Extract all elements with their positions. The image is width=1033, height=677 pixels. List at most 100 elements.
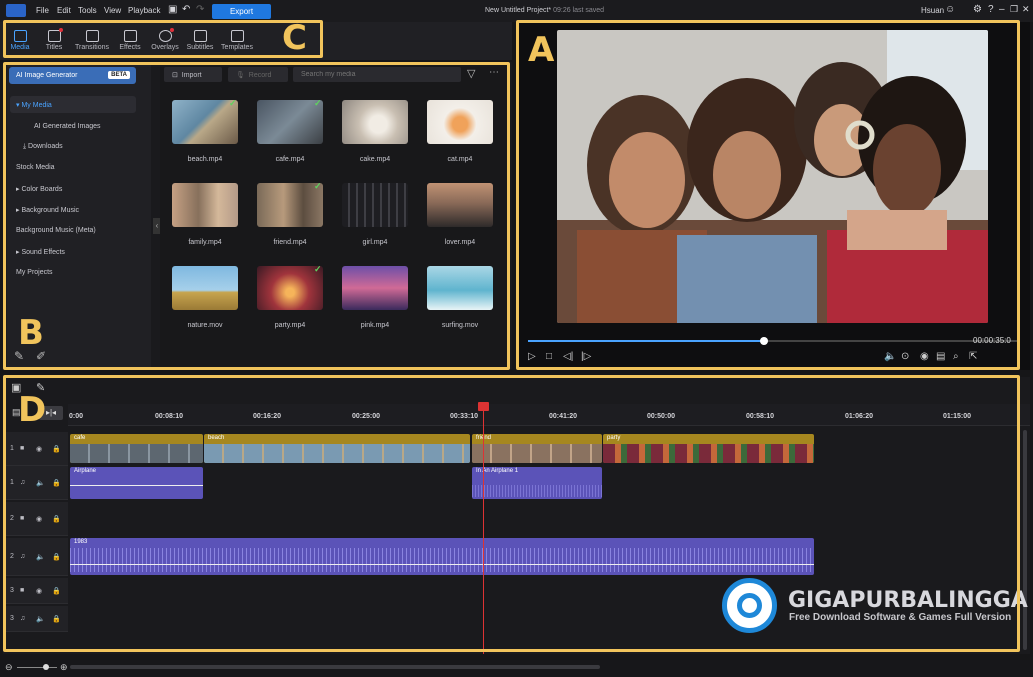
sidebar-item-my-projects[interactable]: My Projects [10, 264, 136, 281]
user-name: Hsuan [921, 6, 945, 15]
media-thumb-surfing[interactable] [427, 266, 493, 310]
zoom-out-icon[interactable]: ⊖ [5, 662, 13, 673]
help-icon[interactable]: ? [988, 4, 994, 15]
tab-overlays[interactable]: Overlays [145, 28, 185, 51]
sidebar-item-ai-generated[interactable]: AI Generated Images [10, 118, 136, 135]
lock-icon[interactable]: 🔒 [52, 553, 61, 561]
track-header-video-2[interactable]: 2 ■ ◉ 🔒 [6, 502, 68, 536]
mute-icon[interactable]: 🔈 [36, 479, 45, 487]
next-frame-icon[interactable]: |▷ [581, 351, 591, 362]
watermark-subtitle: Free Download Software & Games Full Vers… [789, 612, 1012, 623]
undo-icon[interactable]: ↶ [182, 4, 190, 15]
video-clip-friend[interactable]: friend [472, 434, 602, 463]
quality-icon[interactable]: ◉ [920, 351, 929, 362]
audio-clip-airplane[interactable]: Airplane [70, 467, 203, 499]
transitions-icon [85, 30, 99, 42]
lock-icon[interactable]: 🔒 [52, 479, 61, 487]
account-icon[interactable]: ☺ [945, 4, 955, 15]
visibility-icon[interactable]: ◉ [36, 515, 42, 523]
video-clip-party[interactable]: party [603, 434, 814, 463]
zoom-slider[interactable] [17, 667, 57, 668]
minimize-icon[interactable]: – [999, 4, 1005, 15]
media-name: cafe.mp4 [275, 156, 305, 163]
undock-icon[interactable]: ⇱ [969, 351, 977, 362]
export-button[interactable]: Export [212, 4, 271, 19]
sidebar-item-background-music-meta[interactable]: Background Music (Meta) [10, 222, 136, 239]
menu-file[interactable]: File [36, 6, 49, 15]
tab-transitions[interactable]: Transitions [72, 30, 112, 51]
app-logo [6, 4, 26, 17]
media-icon [13, 30, 27, 42]
record-button[interactable]: 🎙 Record [228, 67, 288, 82]
visibility-icon[interactable]: ◉ [36, 445, 42, 453]
track-header-audio-1[interactable]: 1 ♫ 🔈 🔒 [6, 466, 68, 500]
zoom-in-icon[interactable]: ⊕ [60, 662, 68, 673]
media-thumb-family[interactable] [172, 183, 238, 227]
menu-edit[interactable]: Edit [57, 6, 71, 15]
tab-effects[interactable]: Effects [110, 30, 150, 51]
sidebar-item-sound-effects[interactable]: ▸ Sound Effects [10, 243, 136, 260]
menu-playback[interactable]: Playback [128, 6, 160, 15]
titles-icon [47, 28, 63, 42]
media-thumb-pink[interactable] [342, 266, 408, 310]
video-clip-cafe[interactable]: cafe [70, 434, 203, 463]
track-header-audio-3[interactable]: 3 ♫ 🔈 🔒 [6, 606, 68, 632]
mute-icon[interactable]: 🔈 [36, 615, 45, 623]
close-icon[interactable]: ✕ [1022, 4, 1030, 15]
lock-icon[interactable]: 🔒 [52, 515, 61, 523]
media-thumb-cake[interactable] [342, 100, 408, 144]
preview-seek-handle[interactable] [760, 337, 768, 345]
menu-tools[interactable]: Tools [78, 6, 97, 15]
audio-clip-in-an-airplane[interactable]: In An Airplane 1 [472, 467, 602, 499]
audio-track-icon: ♫ [20, 615, 26, 622]
playhead-handle[interactable] [478, 402, 489, 411]
timeline-horizontal-scrollbar[interactable] [70, 665, 600, 669]
play-icon[interactable]: ▷ [528, 351, 536, 362]
sidebar-item-my-media[interactable]: ▾ My Media [10, 96, 136, 113]
video-clip-beach[interactable]: beach [204, 434, 470, 463]
beta-badge: BETA [108, 71, 130, 79]
media-thumb-lover[interactable] [427, 183, 493, 227]
tab-titles[interactable]: Titles [34, 28, 74, 51]
menu-view[interactable]: View [104, 6, 121, 15]
track-header-video-1[interactable]: 1 ■ ◉ 🔒 [6, 432, 68, 466]
tab-subtitles[interactable]: Subtitles [180, 30, 220, 51]
filter-icon[interactable]: ▽ [467, 67, 475, 80]
zoom-icon[interactable]: ⌕ [953, 351, 959, 362]
media-thumb-girl[interactable] [342, 183, 408, 227]
stop-icon[interactable]: □ [546, 351, 552, 362]
tab-templates[interactable]: Templates [217, 30, 257, 51]
previous-frame-icon[interactable]: ◁| [563, 351, 573, 362]
mute-icon[interactable]: 🔈 [36, 553, 45, 561]
sidebar-item-background-music[interactable]: ▸ Background Music [10, 201, 136, 218]
audio-track-icon: ♫ [20, 479, 26, 486]
used-check-icon: ✓ [314, 264, 322, 274]
sidebar-item-downloads[interactable]: ⤓ Downloads [10, 138, 136, 155]
ai-image-generator-button[interactable]: AI Image Generator BETA [9, 67, 136, 84]
audio-clip-1983[interactable]: 1983 [70, 538, 814, 575]
visibility-icon[interactable]: ◉ [36, 587, 42, 595]
timeline-playhead[interactable] [483, 406, 484, 654]
zoom-slider-handle[interactable] [43, 664, 49, 670]
media-thumb-cat[interactable] [427, 100, 493, 144]
lock-icon[interactable]: 🔒 [52, 445, 61, 453]
sidebar-item-stock-media[interactable]: Stock Media [10, 159, 136, 176]
media-thumb-nature[interactable] [172, 266, 238, 310]
sidebar-item-color-boards[interactable]: ▸ Color Boards [10, 180, 136, 197]
search-input[interactable] [293, 67, 461, 82]
subtitle-toggle-icon[interactable]: ▤ [936, 351, 945, 362]
save-icon[interactable]: ▣ [168, 4, 177, 15]
redo-icon[interactable]: ↷ [196, 4, 204, 15]
lock-icon[interactable]: 🔒 [52, 615, 61, 623]
import-button[interactable]: ⊡ Import [164, 67, 222, 82]
preview-frame [557, 30, 988, 323]
track-header-audio-2[interactable]: 2 ♫ 🔈 🔒 [6, 538, 68, 576]
track-header-video-3[interactable]: 3 ■ ◉ 🔒 [6, 578, 68, 604]
volume-icon[interactable]: 🔈 [884, 351, 896, 362]
lock-icon[interactable]: 🔒 [52, 587, 61, 595]
more-options-icon[interactable]: ⋯ [489, 67, 499, 78]
snapshot-icon[interactable]: ⊙ [901, 351, 909, 362]
timeline-vertical-scrollbar[interactable] [1023, 430, 1027, 650]
restore-icon[interactable]: ❐ [1010, 4, 1018, 15]
settings-icon[interactable]: ⚙ [973, 4, 982, 15]
